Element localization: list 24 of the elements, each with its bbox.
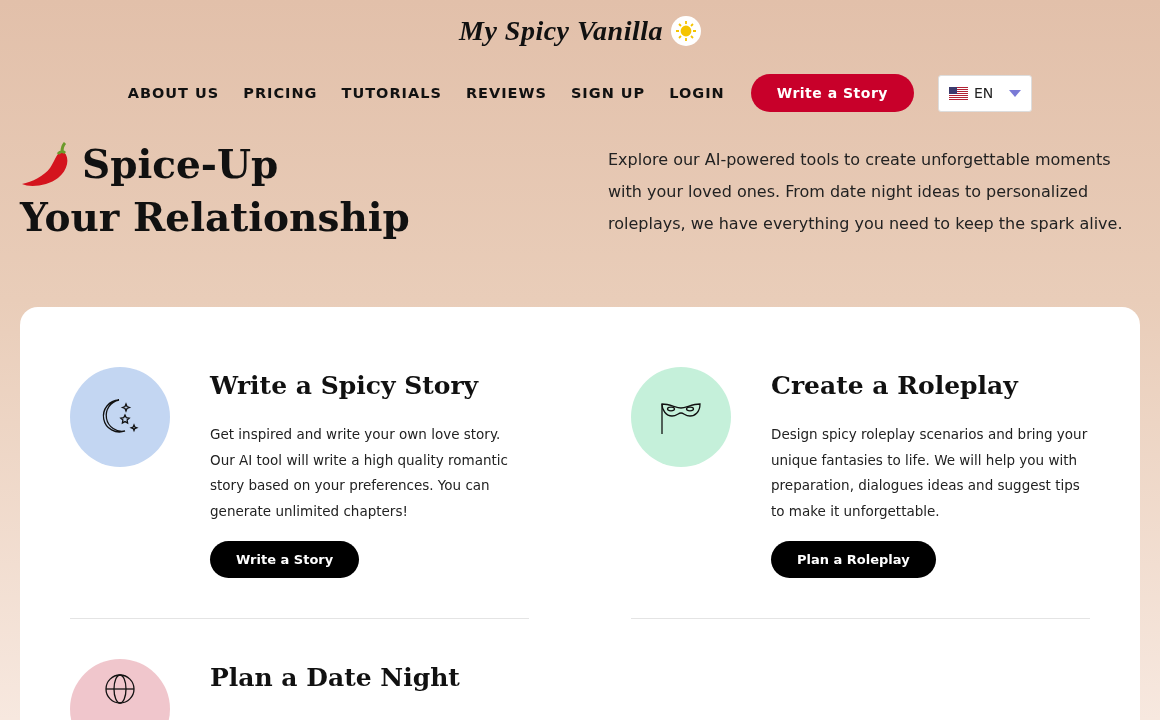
feature-button[interactable]: Write a Story <box>210 540 360 578</box>
language-selector[interactable]: EN <box>937 74 1033 112</box>
nav-link[interactable]: LOGIN <box>669 85 725 101</box>
write-story-button[interactable]: Write a Story <box>750 74 914 112</box>
feature-title: Write a Spicy Story <box>210 371 480 400</box>
site-logo[interactable]: My Spicy Vanilla <box>459 15 663 47</box>
nav-link[interactable]: SIGN UP <box>570 85 646 101</box>
feature-button[interactable]: Plan a Roleplay <box>771 540 936 578</box>
caret-icon <box>1009 89 1022 97</box>
hero-title: Spice-Up Your Relationship <box>20 140 410 242</box>
hero-description: Explore our AI-powered tools to create unforgettable moments with your loved ones. From date night ideas to personalized roleplays, we have everything you need to keep the spark alive. <box>608 149 1124 235</box>
sun-icon <box>676 21 696 41</box>
nav-link[interactable]: PRICING <box>243 85 318 101</box>
nav-link[interactable]: REVIEWS <box>465 85 547 101</box>
mask-icon <box>660 400 702 434</box>
globe-icon <box>104 672 136 705</box>
feature-description: Design spicy roleplay scenarios and bring your unique fantasies to life. We will help you with preparation, dialogues ideas and suggest tips to make it unforgettable. <box>771 425 1089 522</box>
feature-description: Get inspired and write your own love story. Our AI tool will write a high quality romantic story based on your preferences. You can generate unlimited chapters! <box>210 425 509 522</box>
feature-title: Plan a Date Night <box>210 662 460 692</box>
theme-toggle[interactable] <box>671 16 701 46</box>
nav-link[interactable]: TUTORIALS <box>341 85 442 101</box>
flag-icon <box>948 86 968 100</box>
nav-link[interactable]: ABOUT US <box>127 85 220 101</box>
feature-title: Create a Roleplay <box>771 371 1020 400</box>
